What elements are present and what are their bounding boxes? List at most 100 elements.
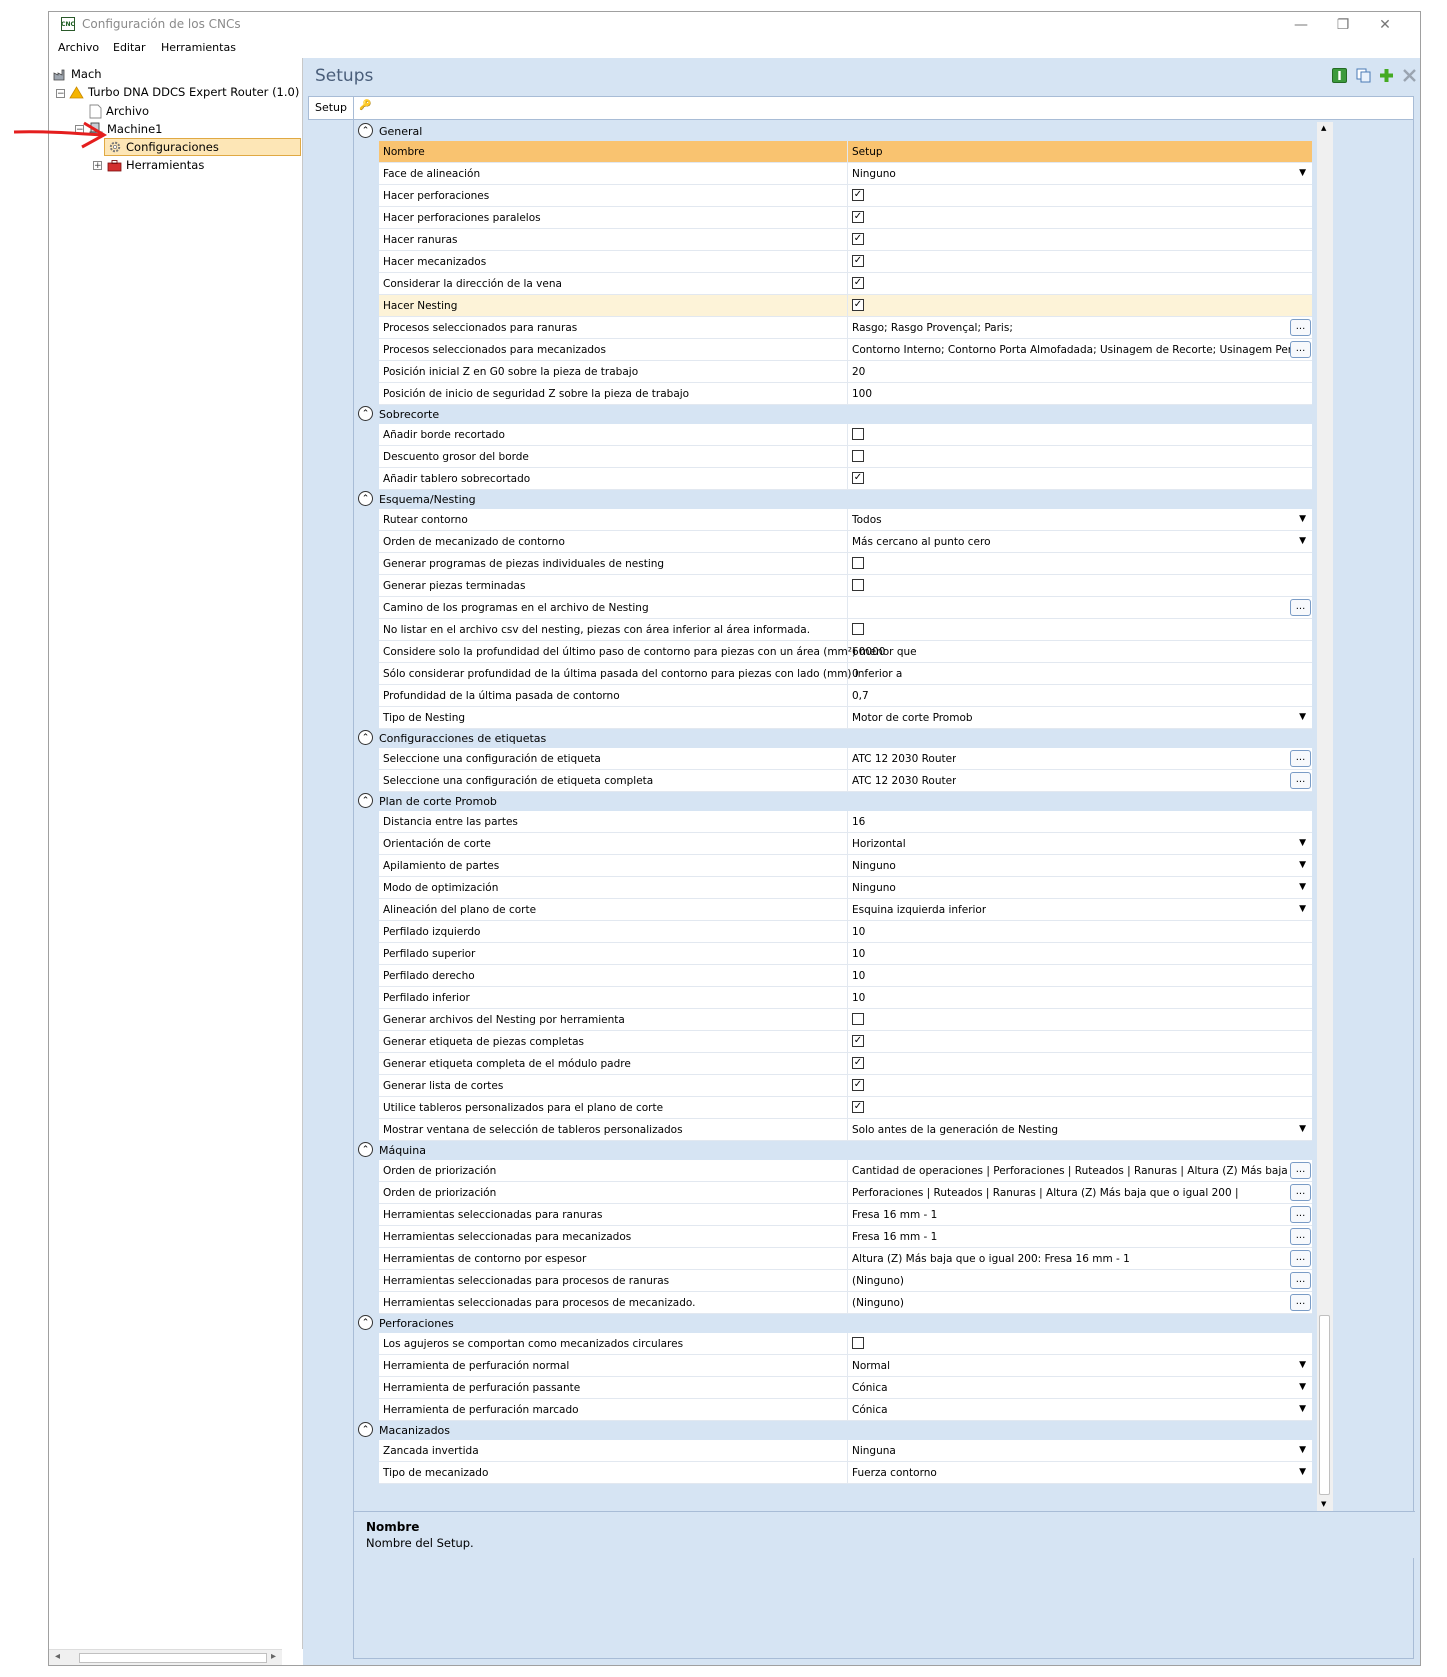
property-row[interactable]: Añadir tablero sobrecortado ✓ (379, 468, 1312, 490)
tree-node-archivo[interactable]: Archivo (89, 102, 149, 120)
property-row[interactable]: Los agujeros se comportan como mecanizad… (379, 1333, 1312, 1355)
property-row[interactable]: No listar en el archivo csv del nesting,… (379, 619, 1312, 641)
property-row[interactable]: Hacer Nesting ✓ (379, 295, 1312, 317)
property-row[interactable]: Mostrar ventana de selección de tableros… (379, 1119, 1312, 1141)
menu-editar[interactable]: Editar (113, 41, 146, 54)
property-row[interactable]: Zancada invertida Ninguna ▼ (379, 1440, 1312, 1462)
property-row[interactable]: Herramientas seleccionadas para ranuras F… (379, 1204, 1312, 1226)
property-checkbox[interactable]: ✓ (852, 211, 864, 223)
property-value[interactable]: Ninguno (852, 168, 896, 180)
ellipsis-button[interactable]: ... (1290, 341, 1311, 358)
property-row[interactable]: Generar etiqueta de piezas completas ✓ (379, 1031, 1312, 1053)
minimize-button[interactable]: — (1280, 13, 1322, 37)
dropdown-arrow-icon[interactable]: ▼ (1299, 1404, 1306, 1414)
collapse-icon[interactable]: ⌃ (358, 406, 373, 421)
property-row[interactable]: Profundidad de la última pasada de conto… (379, 685, 1312, 707)
property-row[interactable]: Generar etiqueta completa de el módulo p… (379, 1053, 1312, 1075)
property-value[interactable]: Motor de corte Promob (852, 712, 973, 724)
property-row[interactable]: Perfilado superior 10 (379, 943, 1312, 965)
property-value[interactable]: 100 (852, 388, 872, 400)
property-value[interactable]: ATC 12 2030 Router (852, 775, 956, 787)
dropdown-arrow-icon[interactable]: ▼ (1299, 904, 1306, 914)
property-value[interactable]: ATC 12 2030 Router (852, 753, 956, 765)
property-row[interactable]: Generar programas de piezas individuales… (379, 553, 1312, 575)
category-row[interactable]: ⌃ Plan de corte Promob (354, 792, 1312, 811)
property-row[interactable]: Herramientas seleccionadas para procesos… (379, 1292, 1312, 1314)
info-icon[interactable] (1332, 68, 1347, 83)
ellipsis-button[interactable]: ... (1290, 1206, 1311, 1223)
scrollbar-thumb[interactable] (1319, 1315, 1330, 1495)
property-row[interactable]: Distancia entre las partes 16 (379, 811, 1312, 833)
menu-herramientas[interactable]: Herramientas (161, 41, 236, 54)
property-row[interactable]: Herramienta de perfuración normal Normal ▼ (379, 1355, 1312, 1377)
property-value[interactable]: Más cercano al punto cero (852, 536, 991, 548)
property-row[interactable]: Seleccione una configuración de etiqueta… (379, 770, 1312, 792)
dropdown-arrow-icon[interactable]: ▼ (1299, 514, 1306, 524)
collapse-icon[interactable]: ⌃ (358, 491, 373, 506)
property-checkbox[interactable] (852, 623, 864, 635)
ellipsis-button[interactable]: ... (1290, 1228, 1311, 1245)
property-value[interactable]: Contorno Interno; Contorno Porta Almofad… (852, 344, 1290, 356)
ellipsis-button[interactable]: ... (1290, 1184, 1311, 1201)
category-row[interactable]: ⌃ General (354, 122, 1312, 141)
property-checkbox[interactable] (852, 579, 864, 591)
tree-node-mach[interactable]: Mach (53, 65, 102, 83)
property-row[interactable]: Camino de los programas en el archivo de… (379, 597, 1312, 619)
property-row[interactable]: Alineación del plano de corte Esquina izq… (379, 899, 1312, 921)
ellipsis-button[interactable]: ... (1290, 1162, 1311, 1179)
property-row[interactable]: Descuento grosor del borde (379, 446, 1312, 468)
collapse-toggle[interactable]: − (56, 89, 65, 99)
property-checkbox[interactable]: ✓ (852, 1079, 864, 1091)
property-value[interactable]: Fresa 16 mm - 1 (852, 1231, 937, 1243)
scroll-left-icon[interactable]: ◂ (55, 1651, 60, 1662)
property-row[interactable]: Seleccione una configuración de etiqueta… (379, 748, 1312, 770)
dropdown-arrow-icon[interactable]: ▼ (1299, 838, 1306, 848)
collapse-icon[interactable]: ⌃ (358, 730, 373, 745)
property-checkbox[interactable]: ✓ (852, 299, 864, 311)
property-row[interactable]: Orden de priorización Cantidad de operaci… (379, 1160, 1312, 1182)
property-row[interactable]: Generar piezas terminadas (379, 575, 1312, 597)
property-value[interactable]: Fuerza contorno (852, 1467, 937, 1479)
property-row[interactable]: Hacer ranuras ✓ (379, 229, 1312, 251)
property-checkbox[interactable]: ✓ (852, 277, 864, 289)
add-icon[interactable] (1379, 68, 1394, 83)
property-row[interactable]: Generar archivos del Nesting por herrami… (379, 1009, 1312, 1031)
property-checkbox[interactable] (852, 557, 864, 569)
property-value[interactable]: 0 (852, 668, 859, 680)
tree-node-configuraciones[interactable]: Configuraciones (104, 138, 301, 156)
delete-icon[interactable] (1402, 68, 1417, 83)
property-row[interactable]: Perfilado izquierdo 10 (379, 921, 1312, 943)
property-value[interactable]: Solo antes de la generación de Nesting (852, 1124, 1058, 1136)
property-row[interactable]: Rutear contorno Todos ▼ (379, 509, 1312, 531)
dropdown-arrow-icon[interactable]: ▼ (1299, 1445, 1306, 1455)
collapse-icon[interactable]: ⌃ (358, 1142, 373, 1157)
collapse-icon[interactable]: ⌃ (358, 123, 373, 138)
dropdown-arrow-icon[interactable]: ▼ (1299, 712, 1306, 722)
close-button[interactable]: ✕ (1364, 13, 1406, 37)
property-value[interactable]: 60000 (852, 646, 885, 658)
tree-node-herramientas[interactable]: Herramientas (107, 156, 204, 174)
ellipsis-button[interactable]: ... (1290, 1250, 1311, 1267)
ellipsis-button[interactable]: ... (1290, 1272, 1311, 1289)
property-value[interactable]: 16 (852, 816, 865, 828)
collapse-icon[interactable]: ⌃ (358, 1315, 373, 1330)
property-row[interactable]: Perfilado derecho 10 (379, 965, 1312, 987)
category-row[interactable]: ⌃ Máquina (354, 1141, 1312, 1160)
dropdown-arrow-icon[interactable]: ▼ (1299, 860, 1306, 870)
property-row[interactable]: Hacer mecanizados ✓ (379, 251, 1312, 273)
vertical-scrollbar[interactable]: ▲ ▼ (1317, 122, 1333, 1511)
property-row[interactable]: Herramientas de contorno por espesor Altu… (379, 1248, 1312, 1270)
property-row[interactable]: Procesos seleccionados para mecanizados C… (379, 339, 1312, 361)
property-value[interactable]: Esquina izquierda inferior (852, 904, 986, 916)
collapse-icon[interactable]: ⌃ (358, 1422, 373, 1437)
property-checkbox[interactable] (852, 1337, 864, 1349)
dropdown-arrow-icon[interactable]: ▼ (1299, 1467, 1306, 1477)
menu-archivo[interactable]: Archivo (58, 41, 99, 54)
scroll-right-icon[interactable]: ▸ (271, 1651, 276, 1662)
dropdown-arrow-icon[interactable]: ▼ (1299, 882, 1306, 892)
search-bar[interactable]: 🔑 (354, 97, 1413, 120)
property-checkbox[interactable]: ✓ (852, 1035, 864, 1047)
property-row[interactable]: Hacer perforaciones ✓ (379, 185, 1312, 207)
property-row[interactable]: Tipo de Nesting Motor de corte Promob ▼ (379, 707, 1312, 729)
scroll-down-icon[interactable]: ▼ (1321, 1500, 1326, 1508)
